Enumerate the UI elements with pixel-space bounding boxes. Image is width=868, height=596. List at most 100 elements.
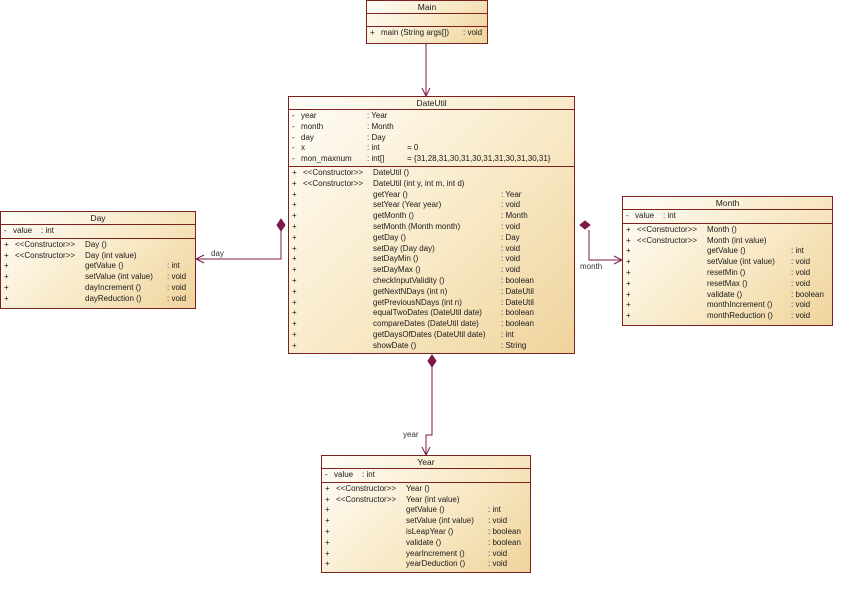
visibility-marker: - [292,154,295,164]
operation-name: compareDates (DateUtil date) [373,319,479,329]
operation-name: getPreviousNDays (int n) [373,297,462,307]
operation-name: setDay (Day day) [373,243,435,253]
operation-row[interactable]: + <<Constructor>> DateUtil () [289,168,574,179]
operation-row[interactable]: + setDay (Day day): void [289,244,574,255]
operation-row[interactable]: + getNextNDays (int n): DateUtil [289,287,574,298]
operation-row[interactable]: + isLeapYear (): boolean [322,527,530,538]
operation-row[interactable]: + <<Constructor>> Year () [322,484,530,495]
operation-row[interactable]: + <<Constructor>> Month () [623,225,832,236]
operation-row[interactable]: + setValue (int value): void [623,257,832,268]
operation-row[interactable]: + setYear (Year year): void [289,200,574,211]
month-role-label: month [580,262,603,271]
operation-name: isLeapYear () [406,526,454,536]
operation-row[interactable]: + <<Constructor>> Day (int value) [1,251,195,262]
year-class-name: Year [322,456,530,469]
operation-name: getValue () [85,261,124,271]
attribute-name: year [301,111,317,120]
visibility-marker: - [325,470,328,479]
attribute-type: : int[] [367,154,385,164]
visibility-marker: + [626,300,631,310]
visibility-marker: + [325,526,330,536]
operation-row[interactable]: + equalTwoDates (DateUtil date): boolean [289,308,574,319]
year-class-box[interactable]: Year - value: int + <<Constructor>> Year () + <… [321,455,531,573]
visibility-marker: - [292,121,295,131]
dateutil-class-name: DateUtil [289,97,574,110]
operation-row[interactable]: + getDaysOfDates (DateUtil date): int [289,330,574,341]
operation-row[interactable]: + validate (): boolean [322,538,530,549]
dateutil-attributes-section: - year: Year - month: Month - day: Day - x: int… [289,110,574,167]
visibility-marker: - [292,132,295,142]
operation-row[interactable]: + dayReduction (): void [1,294,195,305]
visibility-marker: + [4,250,9,260]
operation-row[interactable]: + resetMin (): void [623,268,832,279]
operation-row[interactable]: + <<Constructor>> Day () [1,240,195,251]
operation-row[interactable]: + getDay (): Day [289,233,574,244]
dateutil-class-box[interactable]: DateUtil - year: Year - month: Month - day: Da… [288,96,575,354]
operation-name: showDate () [373,340,417,350]
operation-row[interactable]: + resetMax (): void [623,279,832,290]
return-type: : int [488,505,501,515]
operation-row[interactable]: + monthIncrement (): void [623,300,832,311]
return-type: : void [791,257,811,267]
stereotype-label: <<Constructor>> [336,494,397,504]
operation-row[interactable]: + getValue (): int [1,261,195,272]
attribute-name: value [334,470,354,479]
visibility-marker: + [370,28,375,37]
operation-row[interactable]: + getValue (): int [623,246,832,257]
operation-row[interactable]: + compareDates (DateUtil date): boolean [289,319,574,330]
operation-row[interactable]: + showDate (): String [289,341,574,352]
operation-row[interactable]: + validate (): boolean [623,290,832,301]
operation-row[interactable]: + <<Constructor>> Month (int value) [623,236,832,247]
operation-name: setValue (int value) [406,516,474,526]
attribute-row: - value: int [322,470,530,481]
month-operations-section: + <<Constructor>> Month () + <<Constructor>>… [623,224,832,323]
operation-row[interactable]: + getPreviousNDays (int n): DateUtil [289,298,574,309]
main-class-name: Main [367,1,487,14]
visibility-marker: + [626,267,631,277]
operation-name: Day () [85,239,107,249]
visibility-marker: + [325,559,330,569]
attribute-name: mon_maxnum [301,154,352,164]
return-type: : void [791,311,811,321]
operation-row[interactable]: + setValue (int value): void [1,272,195,283]
operation-row[interactable]: + getValue (): int [322,505,530,516]
operation-row[interactable]: + yearDeduction (): void [322,559,530,570]
operation-name: validate () [707,289,743,299]
operation-row[interactable]: + <<Constructor>> Year (int value) [322,495,530,506]
operation-name: DateUtil () [373,167,410,177]
operation-row[interactable]: + getMonth (): Month [289,211,574,222]
main-class-box[interactable]: Main + main (String args[]): void [366,0,488,44]
month-class-box[interactable]: Month - value: int + <<Constructor>> Month ()… [622,196,833,326]
operation-row[interactable]: + setDayMax (): void [289,265,574,276]
return-type: : void [463,28,483,37]
stereotype-label: <<Constructor>> [637,224,698,234]
operation-row[interactable]: + <<Constructor>> DateUtil (int y, int m, … [289,179,574,190]
visibility-marker: + [292,243,297,253]
operation-row[interactable]: + dayIncrement (): void [1,283,195,294]
operation-row[interactable]: + main (String args[]): void [367,28,487,39]
operation-row[interactable]: + setDayMin (): void [289,254,574,265]
operation-name: getValue () [406,505,445,515]
visibility-marker: + [626,289,631,299]
visibility-marker: + [4,282,9,292]
operation-row[interactable]: + checkInputValidity (): boolean [289,276,574,287]
day-class-box[interactable]: Day - value: int + <<Constructor>> Day () + <<C… [0,211,196,309]
operation-row[interactable]: + setMonth (Month month): void [289,222,574,233]
return-type: : boolean [501,319,534,329]
return-type: : void [167,282,187,292]
visibility-marker: + [292,211,297,221]
return-type: : String [501,340,527,350]
operation-row[interactable]: + setValue (int value): void [322,516,530,527]
operation-row[interactable]: + getYear (): Year [289,190,574,201]
return-type: : Month [501,211,528,221]
composition-diamond-icon [579,220,591,230]
operation-row[interactable]: + yearIncrement (): void [322,549,530,560]
visibility-marker: + [4,261,9,271]
visibility-marker: + [292,286,297,296]
operation-name: Day (int value) [85,250,137,260]
return-type: : boolean [501,308,534,318]
operation-row[interactable]: + monthReduction (): void [623,311,832,322]
year-role-label: year [403,430,419,439]
stereotype-label: <<Constructor>> [336,483,397,493]
return-type: : Year [501,189,522,199]
